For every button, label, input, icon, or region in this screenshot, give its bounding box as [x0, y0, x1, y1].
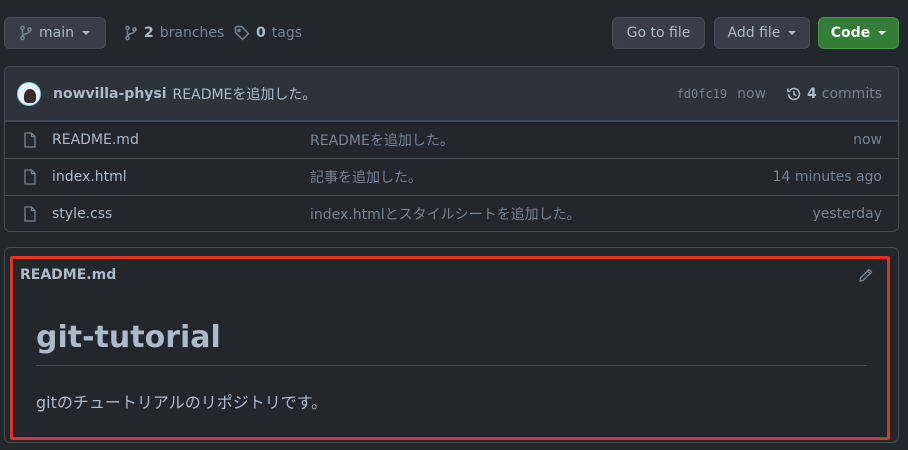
commit-time: now	[737, 86, 767, 102]
commits-count: 4	[807, 86, 817, 102]
file-row[interactable]: index.html 記事を追加した。 14 minutes ago	[5, 158, 898, 195]
file-name[interactable]: index.html	[52, 169, 127, 185]
branches-link[interactable]: 2 branches	[124, 17, 224, 49]
commits-history-link[interactable]: 4 commits	[786, 86, 882, 102]
tag-icon	[234, 25, 250, 41]
readme-panel: README.md git-tutorial gitのチュートリアルのリポジトリ…	[4, 247, 899, 443]
commit-sha[interactable]: fd0fc19	[677, 87, 728, 101]
branch-icon	[19, 25, 33, 41]
readme-header: README.md	[5, 248, 898, 302]
commits-label: commits	[821, 86, 882, 102]
branch-selector-label: main	[39, 25, 74, 41]
code-button[interactable]: Code	[818, 17, 899, 49]
file-icon	[23, 206, 37, 222]
file-name[interactable]: README.md	[52, 132, 139, 148]
file-commit-message[interactable]: 記事を追加した。	[310, 167, 422, 187]
go-to-file-button[interactable]: Go to file	[612, 17, 705, 49]
readme-body: gitのチュートリアルのリポジトリです。	[36, 393, 328, 412]
file-age: 14 minutes ago	[772, 169, 882, 185]
readme-filename[interactable]: README.md	[20, 267, 116, 283]
file-browser: nowvilla-physi READMEを追加した。 fd0fc19 now …	[4, 66, 899, 232]
tags-link[interactable]: 0 tags	[234, 17, 302, 49]
file-icon	[23, 169, 37, 185]
commit-author[interactable]: nowvilla-physi	[53, 86, 167, 102]
code-label: Code	[830, 25, 871, 41]
caret-down-icon	[788, 31, 797, 35]
latest-commit-bar: nowvilla-physi READMEを追加した。 fd0fc19 now …	[5, 67, 898, 121]
repo-toolbar: main 2 branches 0 tags Go to file Add fi…	[0, 0, 908, 66]
file-row[interactable]: style.css index.htmlとスタイルシートを追加した。 yeste…	[5, 195, 898, 231]
pencil-icon[interactable]	[858, 267, 874, 283]
branch-icon	[124, 25, 138, 41]
add-file-button[interactable]: Add file	[714, 17, 810, 49]
caret-down-icon	[81, 31, 90, 35]
avatar[interactable]	[17, 81, 41, 106]
add-file-label: Add file	[727, 25, 781, 41]
readme-title: git-tutorial	[36, 320, 867, 366]
file-commit-message[interactable]: READMEを追加した。	[310, 130, 454, 150]
file-age: now	[853, 132, 882, 148]
tags-count: 0	[256, 25, 266, 41]
commit-meta: fd0fc19 now 4 commits	[677, 67, 882, 121]
file-row[interactable]: README.md READMEを追加した。 now	[5, 121, 898, 158]
branches-label: branches	[159, 25, 225, 41]
file-commit-message[interactable]: index.htmlとスタイルシートを追加した。	[310, 204, 581, 224]
branches-count: 2	[144, 25, 154, 41]
file-age: yesterday	[812, 206, 882, 222]
history-icon	[786, 86, 802, 102]
caret-down-icon	[878, 31, 887, 35]
tags-label: tags	[271, 25, 302, 41]
file-icon	[23, 132, 37, 148]
file-name[interactable]: style.css	[52, 206, 112, 222]
commit-message[interactable]: READMEを追加した。	[173, 84, 317, 104]
branch-selector-button[interactable]: main	[4, 17, 106, 49]
